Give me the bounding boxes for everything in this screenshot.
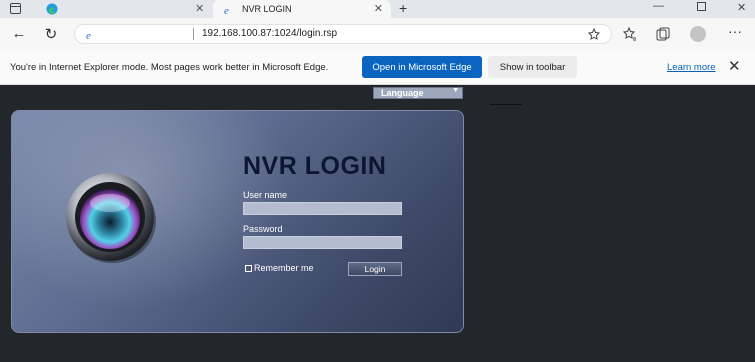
- checkbox-icon[interactable]: [245, 264, 252, 272]
- window-close-icon[interactable]: ✕: [737, 1, 746, 14]
- language-label: Language: [381, 88, 424, 98]
- new-tab-icon[interactable]: +: [399, 0, 407, 16]
- remember-me-checkbox[interactable]: Remember me: [245, 263, 314, 273]
- tab-active[interactable]: e NVR LOGIN ✕: [213, 0, 391, 18]
- maximize-icon[interactable]: [697, 2, 706, 11]
- minimize-icon[interactable]: —: [653, 0, 664, 12]
- tab-bar: ✕ e NVR LOGIN ✕ + — ✕: [0, 0, 755, 18]
- refresh-icon[interactable]: ↻: [41, 25, 61, 43]
- ie-mode-icon: e: [86, 30, 91, 40]
- ie-mode-banner: You're in Internet Explorer mode. Most p…: [0, 51, 755, 85]
- tab-title: NVR LOGIN: [242, 4, 292, 14]
- chevron-down-icon: ▼: [452, 87, 459, 94]
- show-in-toolbar-button[interactable]: Show in toolbar: [488, 56, 577, 78]
- learn-more-link[interactable]: Learn more: [667, 62, 716, 73]
- tab-actions-icon[interactable]: [10, 3, 21, 14]
- language-select[interactable]: Language ▼: [373, 87, 463, 99]
- ie-logo-icon: e: [224, 5, 229, 15]
- tab-close-icon[interactable]: ✕: [195, 2, 204, 15]
- url-text: 192.168.100.87:1024/login.rsp: [202, 28, 338, 39]
- banner-close-icon[interactable]: ✕: [728, 57, 741, 75]
- add-favorite-icon[interactable]: [588, 28, 601, 41]
- favorites-icon[interactable]: [623, 27, 637, 41]
- tab-close-icon[interactable]: ✕: [374, 2, 383, 15]
- divider: [490, 104, 522, 105]
- svg-text:e: e: [224, 5, 229, 15]
- edge-logo-icon: [46, 3, 58, 15]
- profile-avatar[interactable]: [690, 26, 706, 42]
- svg-text:e: e: [86, 30, 91, 40]
- tab-edge[interactable]: ✕: [40, 0, 213, 18]
- collections-icon[interactable]: [656, 27, 670, 41]
- password-label: Password: [243, 224, 283, 234]
- open-in-edge-button[interactable]: Open in Microsoft Edge: [362, 56, 482, 78]
- username-label: User name: [243, 190, 288, 200]
- login-panel: NVR LOGIN User name Password Remember me…: [11, 110, 464, 333]
- remember-me-label: Remember me: [254, 263, 314, 273]
- address-bar: ← ↻ e 192.168.100.87:1024/login.rsp ···: [0, 18, 755, 51]
- password-field[interactable]: [243, 236, 402, 249]
- url-divider: [193, 28, 194, 40]
- username-field[interactable]: [243, 202, 402, 215]
- login-button[interactable]: Login: [348, 262, 402, 276]
- more-menu-icon[interactable]: ···: [728, 23, 742, 39]
- banner-message: You're in Internet Explorer mode. Most p…: [10, 62, 329, 73]
- back-icon[interactable]: ←: [9, 25, 29, 42]
- page-title: NVR LOGIN: [243, 152, 387, 180]
- url-input[interactable]: e 192.168.100.87:1024/login.rsp: [74, 24, 612, 44]
- camera-lens-logo: [66, 173, 156, 263]
